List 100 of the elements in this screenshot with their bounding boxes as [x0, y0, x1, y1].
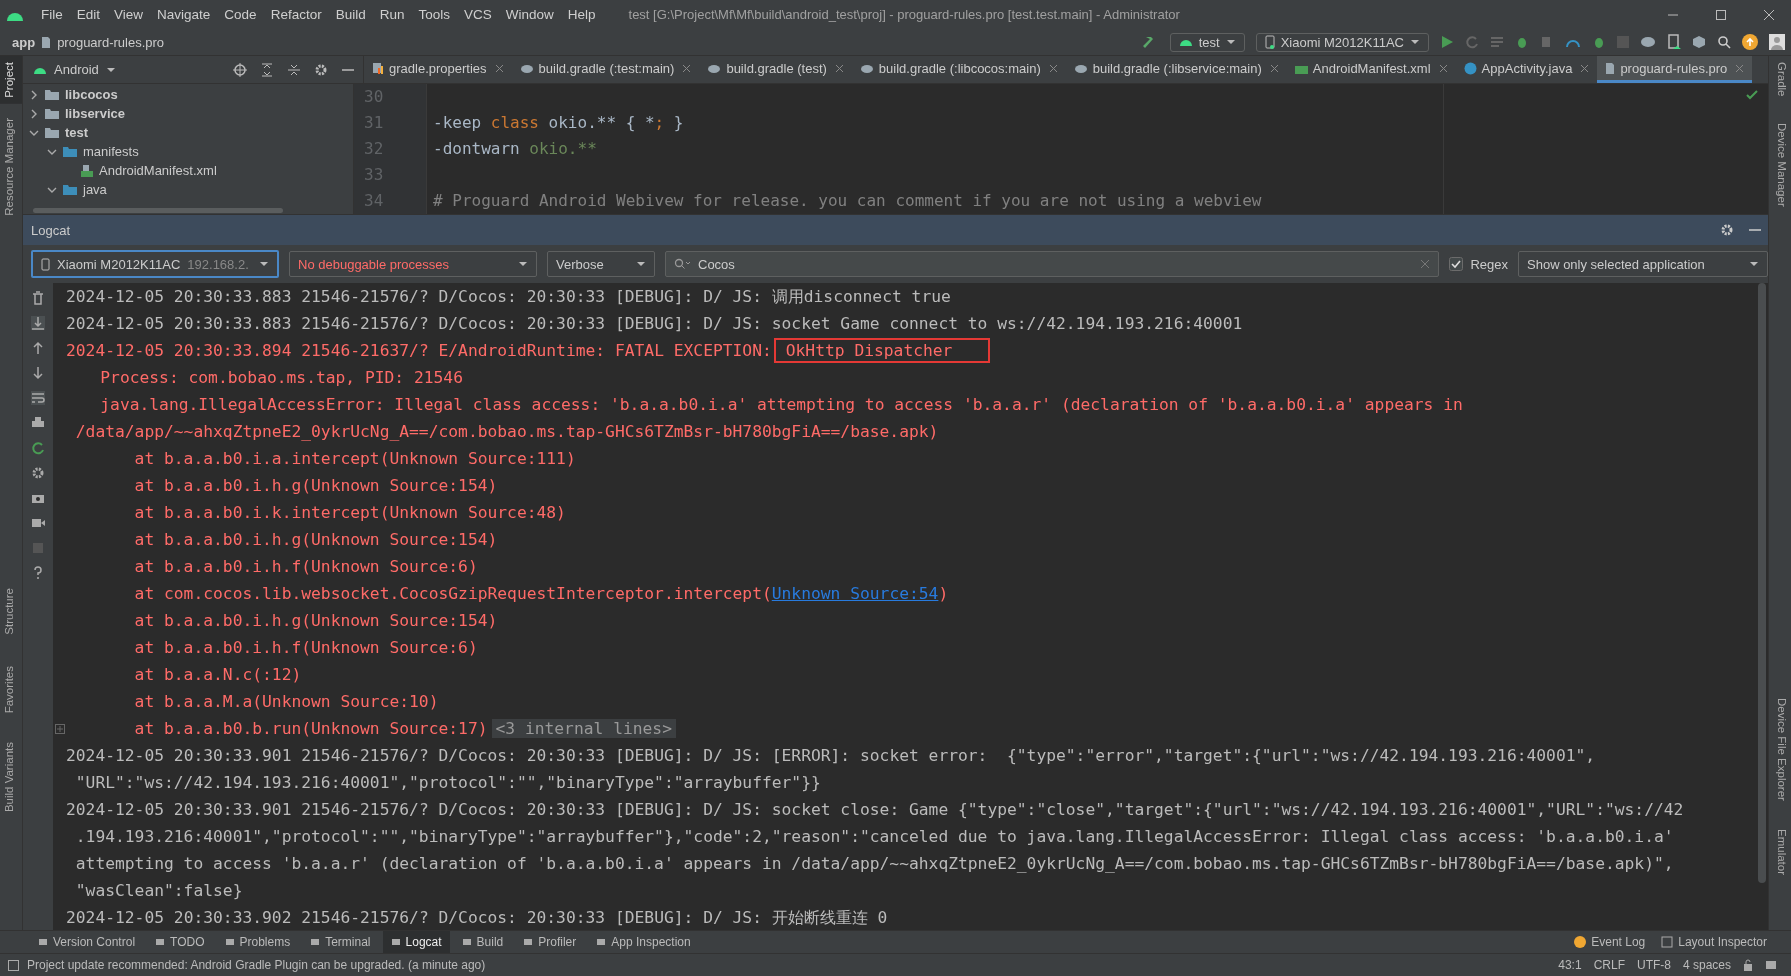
maximize-icon[interactable]	[1715, 8, 1727, 21]
run-config-dropdown[interactable]: test	[1169, 32, 1245, 52]
close-icon[interactable]	[1269, 63, 1279, 73]
tool-tab[interactable]: Layout Inspector	[1653, 931, 1775, 953]
restart-icon[interactable]	[31, 441, 45, 455]
editor-tab[interactable]: AppActivity.java	[1455, 56, 1598, 83]
tool-window-tab[interactable]: Device File Explorer	[1769, 692, 1791, 808]
search-icon[interactable]	[1717, 35, 1731, 49]
editor-tab[interactable]: proguard-rules.pro	[1597, 56, 1753, 83]
menu-item[interactable]: Build	[328, 7, 373, 22]
elephant-icon	[859, 62, 874, 74]
menu-item[interactable]: Window	[498, 7, 561, 22]
breadcrumb-item[interactable]: app	[12, 34, 36, 50]
log-level-select[interactable]: Verbose	[547, 251, 655, 277]
source-link[interactable]: Unknown Source:54	[771, 584, 939, 603]
tool-window-tab[interactable]: Project	[0, 56, 22, 104]
device-dropdown[interactable]: Xiaomi M2012K11AC	[1255, 32, 1429, 52]
log-line: 2024-12-05 20:30:33.883 21546-21576/? D/Cocos: 20:30:33 [DEBUG]: D/ JS: 调用disconnect true	[66, 285, 951, 308]
editor-tab[interactable]: build.gradle (:libservice:main)	[1065, 56, 1287, 83]
scroll-to-end-icon[interactable]	[31, 316, 45, 330]
collapse-all-icon[interactable]	[287, 62, 301, 77]
menu-item[interactable]: Help	[560, 7, 603, 22]
status-item[interactable]: UTF-8	[1636, 958, 1671, 972]
tool-tab[interactable]: Version Control	[30, 931, 144, 953]
tool-tab[interactable]: App Inspection	[588, 931, 699, 953]
tool-window-tab[interactable]: Device Manager	[1769, 116, 1791, 213]
panel-title: Logcat	[31, 222, 71, 238]
tool-window-tab[interactable]: Structure	[0, 581, 22, 641]
close-icon[interactable]	[1763, 8, 1775, 21]
chevron-icon[interactable]	[29, 89, 39, 100]
tool-tab[interactable]: Problems	[216, 931, 299, 953]
cube-icon[interactable]	[1692, 35, 1706, 49]
editor-tab[interactable]: build.gradle (:test:main)	[511, 56, 700, 83]
editor-tab[interactable]: build.gradle (test)	[699, 56, 852, 83]
breadcrumb-item[interactable]: proguard-rules.pro	[57, 34, 165, 50]
status-item[interactable]: CRLF	[1593, 958, 1625, 972]
close-icon[interactable]	[1048, 63, 1058, 73]
expand-all-icon[interactable]	[260, 62, 274, 77]
tool-tab[interactable]: Profiler	[515, 931, 585, 953]
close-icon[interactable]	[834, 63, 844, 73]
menu-item[interactable]: Edit	[69, 7, 108, 22]
menu-item[interactable]: View	[107, 7, 151, 22]
help-icon[interactable]	[31, 566, 45, 580]
scrollbar[interactable]	[1758, 283, 1766, 883]
folded-lines-badge[interactable]: <3 internal lines>	[491, 719, 676, 738]
menu-item[interactable]: Code	[217, 7, 264, 22]
menu-item[interactable]: Tools	[411, 7, 457, 22]
tool-window-tab[interactable]: Gradle	[1769, 56, 1791, 103]
tool-tab[interactable]: TODO	[147, 931, 213, 953]
menu-item[interactable]: VCS	[457, 7, 499, 22]
phone-icon[interactable]	[1667, 34, 1681, 50]
status-item[interactable]: 4 spaces	[1682, 958, 1731, 972]
window-icon[interactable]	[8, 959, 19, 971]
run-icon[interactable]	[1440, 35, 1454, 49]
tool-window-tab[interactable]: Emulator	[1769, 823, 1791, 882]
target-icon[interactable]	[233, 62, 247, 77]
video-icon[interactable]	[31, 516, 45, 530]
close-icon[interactable]	[1580, 63, 1590, 73]
tool-tab[interactable]: Build	[453, 931, 512, 953]
close-icon[interactable]	[682, 63, 692, 73]
status-item[interactable]: 43:1	[1558, 958, 1582, 972]
tool-tab[interactable]: Logcat	[382, 931, 450, 953]
bug-icon[interactable]	[1592, 35, 1606, 49]
up-arrow-icon[interactable]	[31, 341, 45, 355]
menu-item[interactable]: Refactor	[263, 7, 329, 22]
expand-icon[interactable]	[54, 723, 65, 734]
tool-window-tab[interactable]: Build Variants	[0, 735, 22, 818]
editor-tab[interactable]: gradle.properties	[364, 56, 512, 83]
bug-icon[interactable]	[1515, 35, 1529, 49]
settings-icon[interactable]	[1720, 223, 1734, 237]
trash-icon[interactable]	[31, 291, 45, 305]
print-icon[interactable]	[31, 416, 45, 430]
tool-window-tab[interactable]: Resource Manager	[0, 111, 22, 222]
close-icon[interactable]	[1438, 63, 1448, 73]
search-field[interactable]: Cocos	[665, 251, 1440, 277]
device-select[interactable]: Xiaomi M2012K11AC 192.168.2.	[31, 250, 279, 278]
menu-item[interactable]: Run	[372, 7, 412, 22]
editor-tab[interactable]: AndroidManifest.xml	[1286, 56, 1456, 83]
settings-icon[interactable]	[314, 62, 328, 77]
process-select[interactable]: No debuggable processes	[289, 251, 537, 277]
menu-item[interactable]: Navigate	[150, 7, 218, 22]
soft-wrap-icon[interactable]	[31, 391, 45, 405]
down-arrow-icon[interactable]	[31, 366, 45, 380]
editor-tab[interactable]: build.gradle (:libcocos:main)	[851, 56, 1066, 83]
close-icon[interactable]	[494, 63, 504, 73]
chevron-icon[interactable]	[29, 108, 39, 119]
tool-tab[interactable]: Event Log	[1566, 931, 1654, 953]
project-view-dropdown[interactable]: Android	[33, 62, 116, 77]
scope-select[interactable]: Show only selected application	[1518, 251, 1768, 277]
settings-icon[interactable]	[31, 466, 45, 480]
lock-icon[interactable]	[1743, 959, 1753, 971]
update-icon[interactable]	[1742, 34, 1758, 50]
notification-icon[interactable]	[1765, 959, 1777, 971]
tool-window-tab[interactable]: Favorites	[0, 660, 22, 720]
tool-tab[interactable]: Terminal	[302, 931, 379, 953]
menu-item[interactable]: File	[34, 7, 70, 22]
elephant-icon[interactable]	[1640, 35, 1656, 49]
regex-checkbox[interactable]: Regex	[1449, 256, 1508, 272]
checkbox-icon[interactable]	[1449, 257, 1464, 271]
scrollbar[interactable]	[33, 208, 283, 213]
